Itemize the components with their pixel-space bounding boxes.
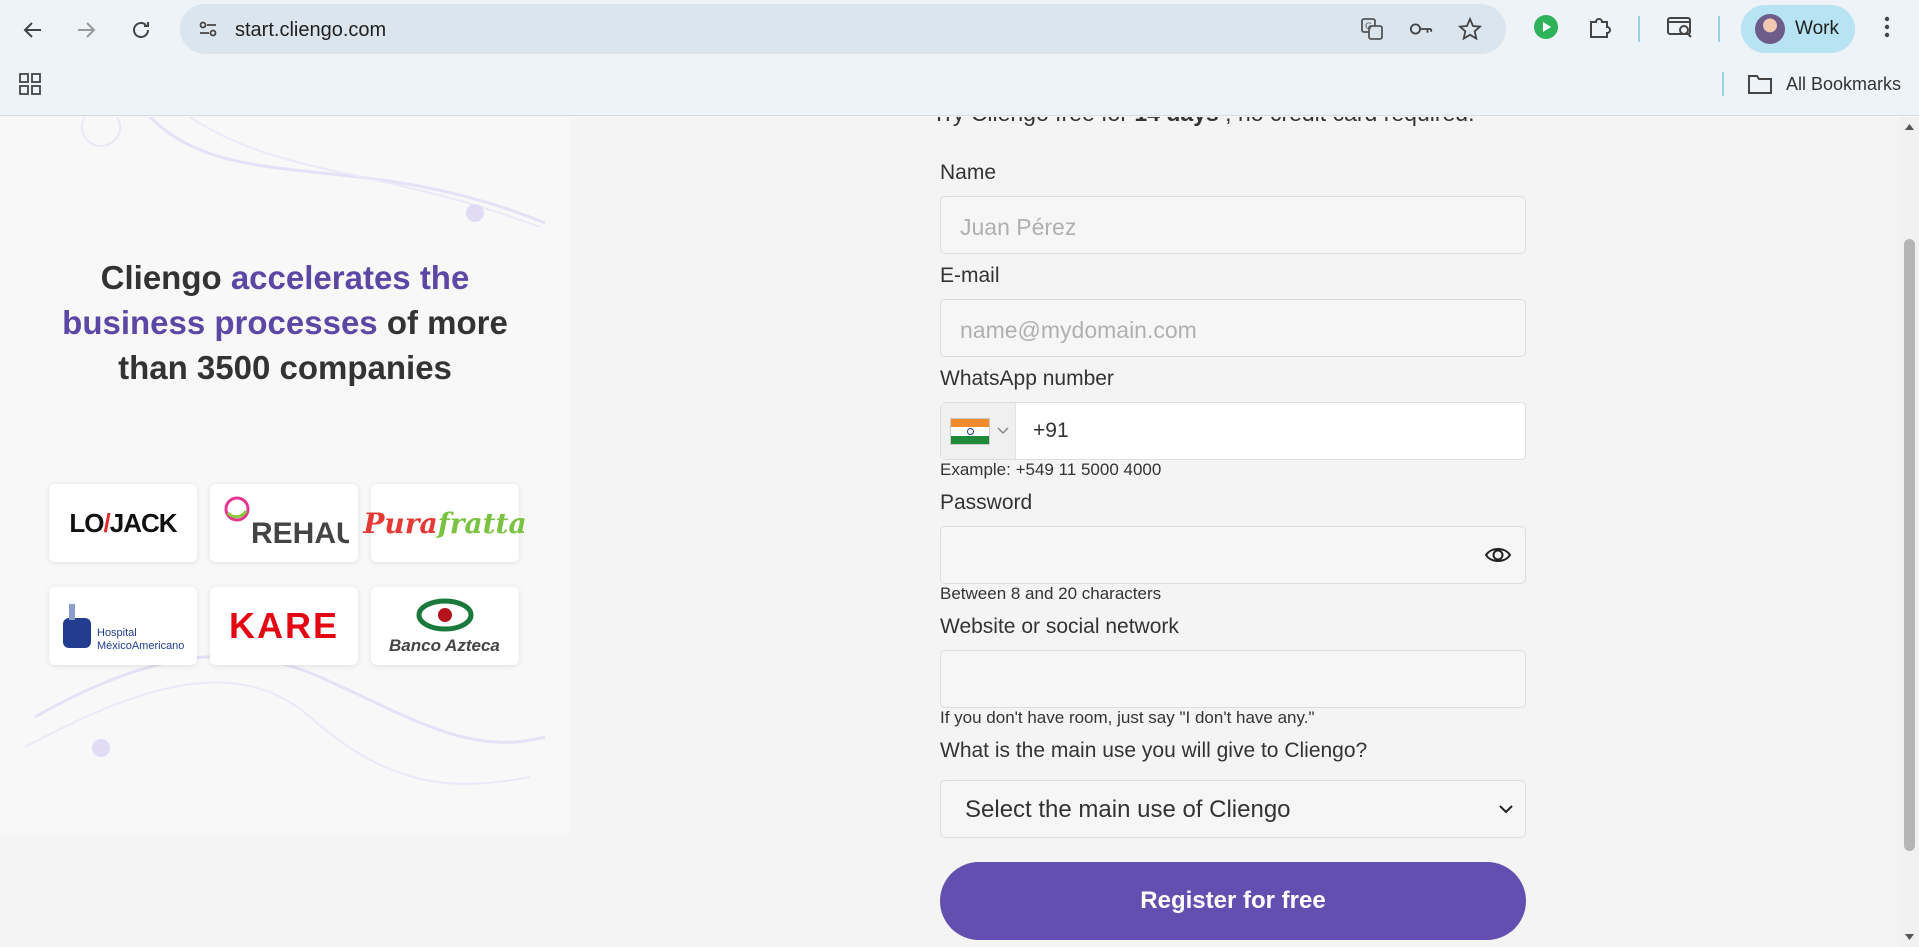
logo-lojack: LO/JACK	[49, 484, 197, 562]
bookmark-star-icon[interactable]	[1458, 17, 1482, 41]
site-info-icon[interactable]	[196, 17, 220, 41]
headline-pre: Cliengo	[100, 259, 231, 296]
name-input[interactable]: Juan Pérez	[940, 196, 1526, 254]
menu-dots-icon[interactable]	[1873, 13, 1901, 41]
left-panel: Cliengo accelerates the business process…	[0, 117, 570, 833]
chevron-down-icon	[1499, 805, 1513, 814]
svg-text:Banco Azteca: Banco Azteca	[389, 636, 500, 655]
whatsapp-input[interactable]: +91	[940, 402, 1526, 460]
email-label: E-mail	[940, 264, 1000, 287]
password-key-icon[interactable]	[1409, 17, 1433, 41]
headline: Cliengo accelerates the business process…	[40, 255, 530, 390]
forward-icon[interactable]	[68, 12, 104, 48]
whatsapp-label: WhatsApp number	[940, 367, 1114, 390]
back-icon[interactable]	[15, 12, 51, 48]
email-placeholder: name@mydomain.com	[960, 317, 1197, 343]
eye-icon[interactable]	[1484, 544, 1512, 566]
all-bookmarks-link[interactable]: All Bookmarks	[1786, 74, 1901, 95]
password-label: Password	[940, 491, 1033, 514]
translate-icon[interactable]: G	[1360, 17, 1384, 41]
folder-icon[interactable]	[1746, 70, 1774, 98]
extension-play-icon[interactable]	[1532, 13, 1560, 41]
register-button[interactable]: Register for free	[940, 862, 1526, 940]
logo-banco-azteca: Banco Azteca	[371, 587, 519, 665]
dial-code: +91	[1033, 419, 1069, 442]
page-content: Cliengo accelerates the business process…	[0, 117, 1900, 947]
use-select[interactable]: Select the main use of Cliengo	[940, 780, 1526, 838]
use-select-value: Select the main use of Cliengo	[965, 796, 1291, 823]
svg-text:G: G	[1365, 22, 1372, 32]
avatar	[1755, 14, 1785, 44]
profile-button[interactable]: Work	[1741, 5, 1855, 53]
scrollbar-thumb[interactable]	[1904, 239, 1915, 851]
scroll-down-icon[interactable]	[1904, 933, 1915, 941]
svg-text:REHAU: REHAU	[251, 517, 349, 550]
logo-kare: KARE	[210, 587, 358, 665]
chevron-down-icon	[997, 427, 1009, 435]
svg-text:MéxicoAmericano: MéxicoAmericano	[97, 640, 184, 652]
profile-label: Work	[1795, 18, 1839, 39]
url-text[interactable]: start.cliengo.com	[235, 19, 386, 42]
password-input[interactable]	[940, 526, 1526, 584]
india-flag-icon	[950, 418, 990, 445]
website-hint: If you don't have room, just say "I don'…	[940, 708, 1315, 727]
country-selector[interactable]	[941, 403, 1016, 459]
email-input[interactable]: name@mydomain.com	[940, 299, 1526, 357]
bookmarks-divider	[1722, 72, 1724, 96]
use-label: What is the main use you will give to Cl…	[940, 739, 1368, 762]
toolbar-divider	[1638, 16, 1640, 42]
svg-text:Hospital: Hospital	[97, 627, 137, 639]
trial-notice: Try Cliengo free for 14 days , no credit…	[932, 117, 1474, 127]
scroll-up-icon[interactable]	[1904, 123, 1915, 131]
reload-icon[interactable]	[123, 12, 159, 48]
logo-hospital-mexicoamericano: Hospital MéxicoAmericano	[49, 587, 197, 665]
password-hint: Between 8 and 20 characters	[940, 584, 1162, 603]
name-placeholder: Juan Pérez	[960, 214, 1077, 240]
name-label: Name	[940, 161, 997, 184]
website-input[interactable]	[940, 650, 1526, 708]
decorative-waves	[24, 117, 546, 785]
whatsapp-hint: Example: +549 11 5000 4000	[940, 460, 1162, 479]
address-bar[interactable]: start.cliengo.com G	[180, 4, 1506, 54]
logo-purafrutta: Purafratta	[363, 484, 527, 562]
browser-toolbar: start.cliengo.com G Work All Bookmarks	[0, 0, 1919, 116]
scrollbar[interactable]	[1900, 117, 1919, 947]
extensions-puzzle-icon[interactable]	[1585, 13, 1613, 41]
tab-search-icon[interactable]	[1666, 13, 1694, 41]
website-label: Website or social network	[940, 615, 1179, 638]
logo-rehau: REHAU	[210, 484, 358, 562]
apps-grid-icon[interactable]	[16, 70, 44, 98]
toolbar-divider	[1718, 16, 1720, 42]
